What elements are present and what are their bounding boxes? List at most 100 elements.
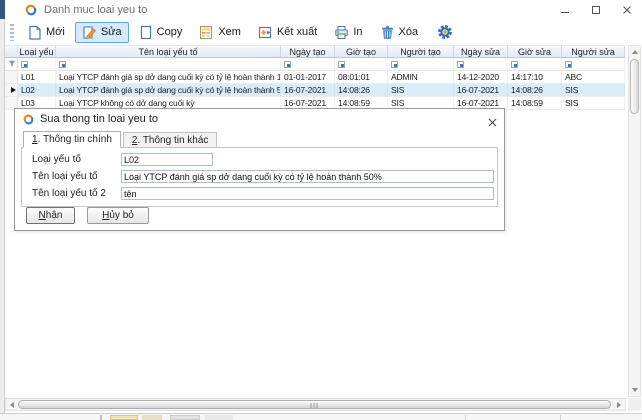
toolbar-edit-button[interactable]: Sửa — [75, 22, 129, 43]
table-row[interactable]: L01 Loại YTCP đánh giá sp dở dang cuối k… — [5, 71, 625, 84]
view-icon — [199, 25, 214, 40]
print-icon — [334, 25, 349, 40]
grid-cell: ADMIN — [388, 71, 454, 83]
data-grid: Loại yếu Tên loại yếu tố Ngày tạo Giờ tạ… — [5, 45, 625, 110]
filter-box-icon — [457, 61, 464, 68]
toolbar-print-button[interactable]: In — [327, 22, 369, 43]
grid-header-ngay-sua[interactable]: Ngày sửa — [454, 45, 508, 58]
dialog-groupbox: Loại yếu tố Tên loại yếu tố Tên loại yếu… — [21, 147, 498, 207]
filter-cell[interactable] — [18, 58, 56, 70]
table-row-selected[interactable]: L02 Loại YTCP đánh giá sp dở dang cuối k… — [5, 84, 625, 97]
filter-box-icon — [565, 61, 572, 68]
grid-cell: L02 — [18, 84, 56, 96]
toolbar-export-button[interactable]: Kết xuất — [251, 22, 324, 43]
scrollbar-corner — [628, 398, 641, 411]
current-row-arrow-icon — [11, 87, 16, 93]
toolbar-edit-label: Sửa — [101, 26, 122, 38]
toolbar: Mới Sửa Copy Xem — [5, 19, 642, 45]
grid-cell: 01-01-2017 — [281, 71, 335, 83]
grid-cell: L01 — [18, 71, 56, 83]
grid-header-indicator — [5, 45, 18, 58]
toolbar-view-button[interactable]: Xem — [192, 22, 248, 43]
toolbar-copy-button[interactable]: Copy — [132, 22, 190, 43]
delete-icon — [380, 25, 395, 40]
edit-dialog: Sua thong tin loai yeu to 1. Thông tin c… — [14, 108, 505, 231]
tab1-label: . Thông tin chính — [38, 134, 112, 145]
ten-loai-yeu-to-2-input[interactable] — [121, 187, 494, 200]
vertical-scrollbar[interactable] — [628, 45, 641, 397]
titlebar: Danh muc loai yeu to — [5, 0, 642, 19]
background-artifact — [142, 415, 162, 420]
cancel-button[interactable]: Hủy bỏ — [87, 207, 149, 224]
background-artifact — [560, 415, 561, 420]
scroll-down-arrow-icon[interactable] — [629, 384, 640, 396]
grid-cell: ABC — [562, 71, 625, 83]
export-icon — [258, 25, 273, 40]
grid-cell: Loại YTCP đánh giá sp dở dang cuối kỳ có… — [56, 71, 281, 83]
window-controls — [559, 0, 632, 19]
grid-header-ngay-tao[interactable]: Ngày tạo — [281, 45, 335, 58]
grid-header-gio-tao[interactable]: Giờ tạo — [335, 45, 388, 58]
grid-header-loai-yeu[interactable]: Loại yếu — [18, 45, 56, 58]
tab-thong-tin-chinh[interactable]: 1. Thông tin chính — [23, 131, 121, 148]
background-artifact — [110, 415, 138, 420]
filter-box-icon — [284, 61, 291, 68]
toolbar-new-button[interactable]: Mới — [21, 22, 72, 43]
cancel-label: ủy bỏ — [109, 210, 133, 221]
maximize-button[interactable] — [590, 4, 601, 15]
loai-yeu-to-label: Loại yếu tố — [32, 154, 121, 165]
grid-cell: 14:17:10 — [508, 71, 562, 83]
ten-loai-yeu-to-2-label: Tên loại yếu tố 2 — [32, 188, 121, 199]
screen: Danh muc loai yeu to Mới Sửa — [0, 0, 642, 420]
minimize-button[interactable] — [559, 4, 570, 15]
filter-cell[interactable] — [454, 58, 508, 70]
horizontal-scrollbar[interactable] — [5, 398, 626, 411]
background-artifact — [100, 415, 102, 420]
toolbar-delete-button[interactable]: Xóa — [373, 22, 426, 43]
new-document-icon — [28, 25, 42, 40]
settings-gear-icon[interactable] — [437, 24, 453, 40]
grid-cell: 14:08:59 — [508, 97, 562, 109]
toolbar-export-label: Kết xuất — [277, 26, 317, 38]
grid-cell: SIS — [562, 84, 625, 96]
accept-label: hận — [46, 210, 63, 221]
filter-cell[interactable] — [281, 58, 335, 70]
accept-button[interactable]: Nhận — [26, 207, 75, 224]
grid-header-nguoi-sua[interactable]: Người sửa — [562, 45, 625, 58]
grid-cell: 14-12-2020 — [454, 71, 508, 83]
window-title: Danh muc loai yeu to — [44, 4, 147, 16]
filter-box-icon — [59, 61, 66, 68]
scroll-left-arrow-icon[interactable] — [6, 399, 18, 410]
close-button[interactable] — [621, 4, 632, 15]
tab-thong-tin-khac[interactable]: 2. Thông tin khác — [123, 132, 218, 148]
filter-cell[interactable] — [388, 58, 454, 70]
tab2-label: . Thông tin khác — [137, 135, 208, 146]
field-row: Tên loại yếu tố — [32, 170, 494, 183]
app-logo-icon — [25, 4, 37, 16]
toolbar-grip[interactable] — [10, 24, 14, 41]
loai-yeu-to-input[interactable] — [121, 153, 213, 166]
field-row: Loại yếu tố — [32, 153, 213, 166]
dialog-title: Sua thong tin loai yeu to — [40, 113, 158, 125]
ten-loai-yeu-to-input[interactable] — [121, 170, 494, 183]
scrollbar-grip-icon — [310, 403, 319, 408]
edit-icon — [82, 25, 97, 40]
scroll-right-arrow-icon[interactable] — [613, 399, 625, 410]
filter-cell[interactable] — [508, 58, 562, 70]
filter-cell[interactable] — [335, 58, 388, 70]
grid-header-ten-loai-yeu-to[interactable]: Tên loại yếu tố — [56, 45, 281, 58]
background-artifact — [205, 415, 233, 420]
grid-cell: SIS — [562, 97, 625, 109]
dialog-titlebar: Sua thong tin loai yeu to — [15, 109, 504, 129]
grid-header-nguoi-tao[interactable]: Người tạo — [388, 45, 454, 58]
scroll-up-arrow-icon[interactable] — [629, 46, 640, 58]
grid-header-gio-sua[interactable]: Giờ sửa — [508, 45, 562, 58]
filter-box-icon — [511, 61, 518, 68]
toolbar-print-label: In — [353, 26, 362, 38]
filter-cell[interactable] — [56, 58, 281, 70]
filter-cell[interactable] — [562, 58, 625, 70]
horizontal-scrollbar-thumb[interactable] — [18, 400, 611, 409]
ten-loai-yeu-to-label: Tên loại yếu tố — [32, 171, 121, 182]
vertical-scrollbar-thumb[interactable] — [630, 59, 639, 114]
dialog-close-icon[interactable] — [488, 114, 497, 132]
